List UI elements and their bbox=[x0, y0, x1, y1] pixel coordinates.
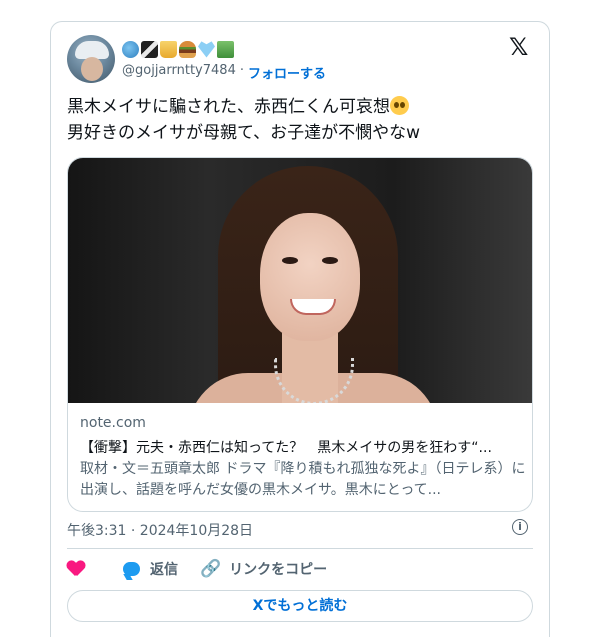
pleading-face-icon bbox=[390, 96, 409, 115]
tweet-line-2: 男好きのメイサが母親て、お子達が不憫やなw bbox=[67, 123, 421, 143]
reply-button[interactable]: 返信 bbox=[150, 559, 178, 579]
timestamp[interactable]: 午後3:31 · 2024年10月28日 bbox=[67, 520, 253, 540]
hamburger-icon bbox=[179, 40, 196, 58]
like-heart-icon[interactable] bbox=[67, 561, 85, 577]
follow-button[interactable]: フォローする bbox=[248, 63, 326, 82]
tweet-text: 黒木メイサに騙された、赤西仁くん可哀想 男好きのメイサが母親て、お子達が不憫やな… bbox=[67, 94, 537, 146]
link-preview-card[interactable]: note.com 【衝撃】元夫・赤西仁は知ってた？ 黒木メイサの男を狂わす“..… bbox=[67, 157, 533, 512]
x-logo-icon[interactable]: 𝕏 bbox=[509, 35, 531, 59]
beer-icon bbox=[160, 40, 177, 58]
avatar[interactable] bbox=[67, 35, 115, 83]
money-icon bbox=[217, 40, 234, 58]
user-handle[interactable]: @gojjarrntty7484 bbox=[122, 63, 236, 82]
copy-link-button[interactable]: リンクをコピー bbox=[229, 559, 327, 579]
link-domain: note.com bbox=[80, 415, 146, 431]
divider bbox=[67, 548, 533, 549]
link-preview-image bbox=[68, 158, 532, 403]
avatar-face bbox=[81, 57, 103, 81]
info-icon[interactable]: i bbox=[512, 519, 528, 535]
separator-dot: · bbox=[239, 63, 244, 78]
clapper-board-icon bbox=[141, 40, 158, 58]
link-icon[interactable]: 🔗 bbox=[200, 559, 221, 579]
tweet-line-1: 黒木メイサに騙された、赤西仁くん可哀想 bbox=[67, 97, 390, 117]
link-title: 【衝撃】元夫・赤西仁は知ってた？ 黒木メイサの男を狂わす“... bbox=[80, 440, 492, 456]
embedded-post-card: @gojjarrntty7484 · フォローする 𝕏 黒木メイサに騙された、赤… bbox=[50, 21, 550, 637]
globe-icon bbox=[122, 40, 139, 58]
display-name-emojis[interactable] bbox=[122, 38, 234, 60]
action-bar: 返信 🔗 リンクをコピー bbox=[67, 558, 327, 580]
link-description: 取材・文＝五頭章太郎 ドラマ『降り積もれ孤独な死よ』（日テレ系）に出演し、話題を… bbox=[80, 461, 526, 498]
read-more-button[interactable]: Xでもっと読む bbox=[67, 590, 533, 622]
blue-heart-icon bbox=[198, 41, 215, 58]
handle-row: @gojjarrntty7484 · フォローする bbox=[122, 63, 326, 82]
reply-icon[interactable] bbox=[123, 562, 140, 576]
